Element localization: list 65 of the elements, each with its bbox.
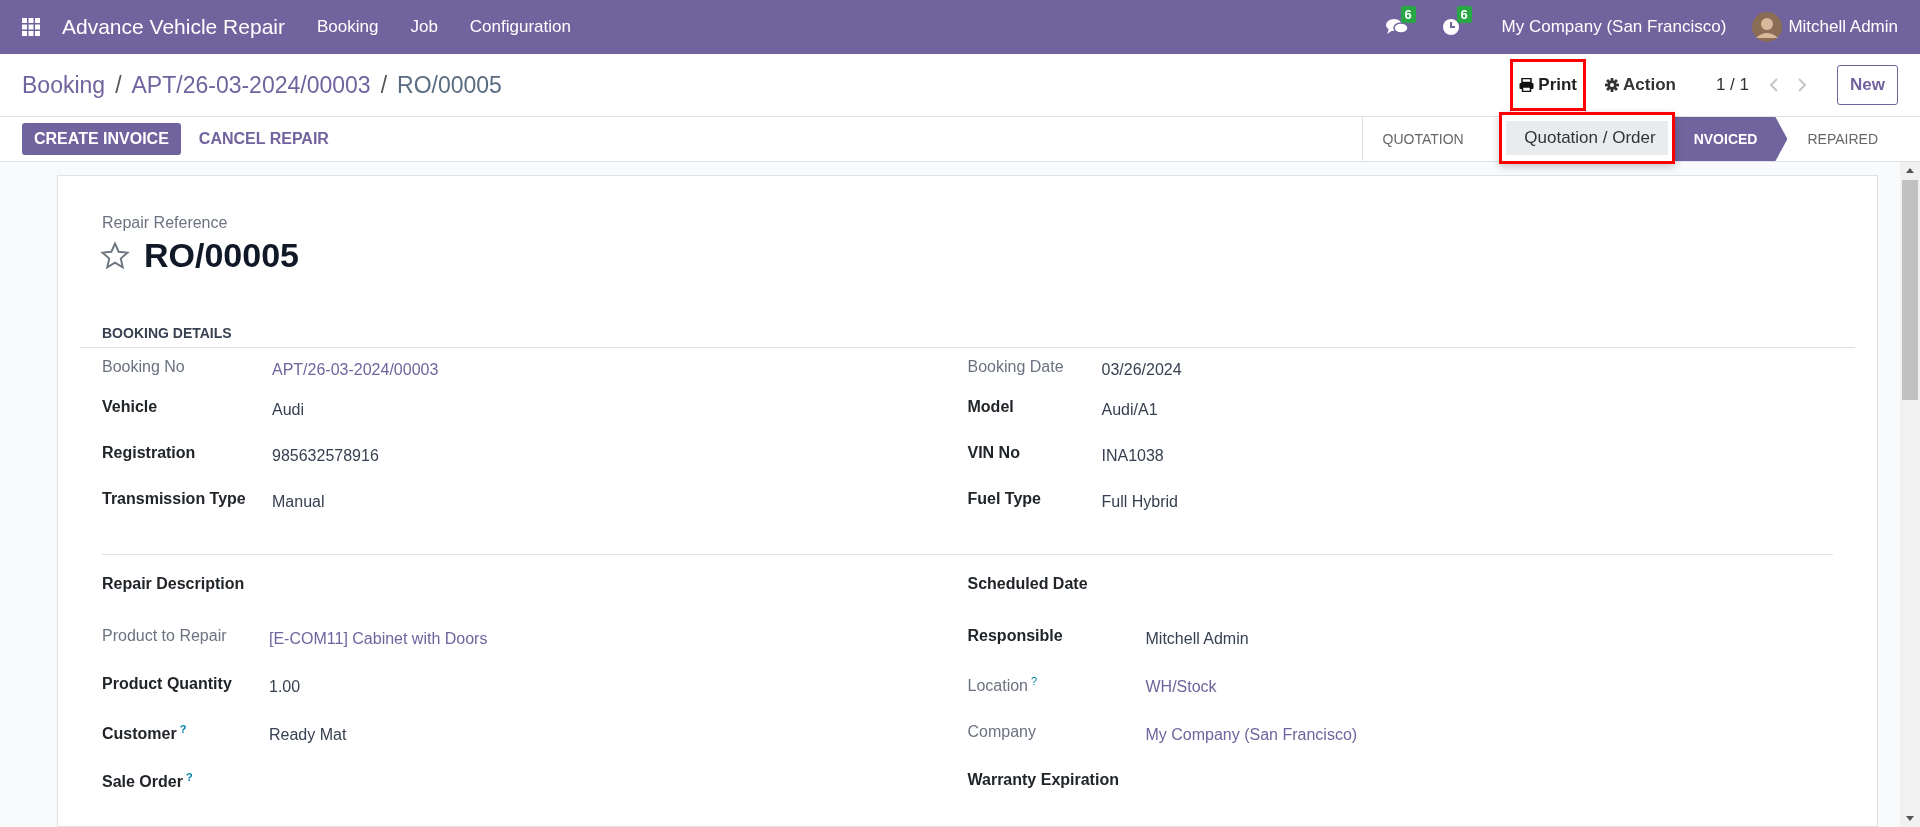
breadcrumb-item[interactable]: Booking (22, 71, 106, 99)
dropdown-item[interactable]: Quotation / Order (1506, 121, 1669, 155)
field-link[interactable]: My Company (San Francisco) (1145, 723, 1358, 744)
field-value: Audi (272, 400, 305, 419)
field-label: Company (967, 723, 1037, 741)
field-value: Mitchell Admin (1145, 629, 1249, 648)
menu-item[interactable]: Configuration (469, 17, 571, 37)
scroll-up-arrow-icon[interactable] (1905, 166, 1915, 174)
breadcrumb-separator: / (115, 71, 122, 99)
printer-icon (1519, 78, 1535, 92)
field-label: VIN No (967, 444, 1021, 462)
field-label: Transmission Type (102, 490, 247, 508)
menu-item[interactable]: Booking (317, 17, 379, 37)
field-label: Responsible (967, 627, 1064, 645)
activity-count-badge: 6 (1456, 6, 1472, 23)
scroll-down-arrow-icon[interactable] (1905, 815, 1915, 823)
user-name[interactable]: Mitchell Admin (1788, 17, 1898, 37)
field-label: Location $^{?}$ (967, 675, 1039, 696)
field-label: Product Quantity (102, 675, 233, 693)
field-value: 985632578916 (272, 446, 379, 465)
breadcrumb-separator: / (380, 71, 388, 99)
field-label: Customer $^{?}$ (102, 723, 188, 744)
status-step[interactable]: REPAIRED (1787, 117, 1898, 161)
field-label: Warranty Expiration (967, 771, 1120, 789)
field-label: Fuel Type (967, 490, 1042, 508)
field-link[interactable]: WH/Stock (1145, 675, 1217, 696)
field-label: Booking Date (967, 358, 1065, 376)
clock-icon[interactable] (1441, 18, 1460, 36)
field-label: Repair Reference (102, 214, 229, 232)
field-value: Manual (272, 492, 325, 511)
message-count-badge: 6 (1400, 6, 1416, 23)
breadcrumb-item[interactable]: APT/26-03-2024/00003 (131, 71, 371, 99)
field-label: Repair Description (102, 575, 246, 593)
breadcrumb-item[interactable]: RO/00005 (397, 71, 502, 99)
field-label: Booking No (102, 358, 186, 376)
field-link[interactable]: [E-COM11] Cabinet with Doors (269, 627, 488, 648)
app-grid-icon[interactable] (22, 18, 40, 36)
field-value: 03/26/2024 (1101, 360, 1182, 379)
company-switcher[interactable]: My Company (San Francisco) (1501, 17, 1727, 37)
section-heading: BOOKING DETAILS (80, 325, 1855, 348)
pager-value[interactable]: 1 / 1 (1715, 75, 1750, 95)
app-name[interactable]: Advance Vehicle Repair (62, 15, 285, 39)
field-label: Scheduled Date (967, 575, 1089, 593)
scrollbar[interactable] (1900, 162, 1920, 827)
gear-icon (1605, 78, 1620, 92)
action-button[interactable]: Action (1599, 63, 1682, 107)
print-button[interactable]: Print (1511, 60, 1586, 110)
star-icon[interactable] (100, 240, 130, 271)
header-action-button[interactable]: CREATE INVOICE (22, 123, 181, 155)
field-label: Sale Order $^{?}$ (102, 771, 194, 792)
field-label: Registration (102, 444, 197, 462)
menu-item[interactable]: Job (410, 17, 438, 37)
field-value: Audi/A1 (1101, 400, 1158, 419)
field-value: Full Hybrid (1101, 492, 1178, 511)
field-label: Model (967, 398, 1015, 416)
field-value: 1.00 (269, 677, 301, 696)
field-value: INA1038 (1101, 446, 1164, 465)
field-label: Vehicle (102, 398, 159, 416)
new-button[interactable]: New (1837, 65, 1898, 105)
avatar-icon[interactable] (1752, 12, 1783, 42)
record-title: RO/00005 (144, 236, 299, 275)
header-action-button[interactable]: CANCEL REPAIR (186, 123, 341, 155)
field-link[interactable]: APT/26-03-2024/00003 (272, 358, 439, 379)
field-label: Product to Repair (102, 627, 228, 645)
field-value: Ready Mat (269, 725, 347, 744)
